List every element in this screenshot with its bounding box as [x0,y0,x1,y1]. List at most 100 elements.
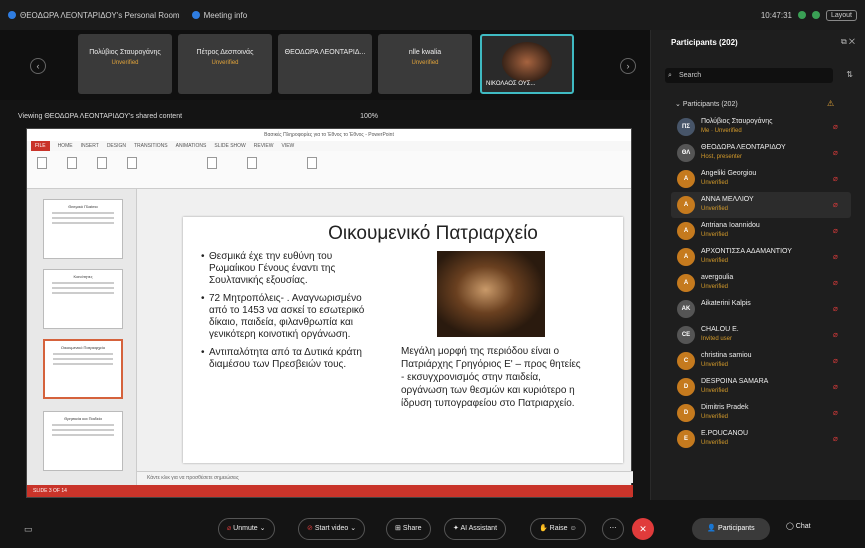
warning-icon: ⚠ [827,99,835,108]
avatar: A [677,248,695,266]
meeting-info-link[interactable]: Meeting info [204,11,248,20]
start-video-label: Start video [314,525,349,532]
participant-row[interactable]: A Antriana Ioannidou Unverified ⌀ [671,218,851,244]
share-label: Share [402,525,422,532]
start-video-button[interactable]: ⊘ Start video ⌄ [298,518,366,540]
unmute-label: Unmute [233,525,258,532]
participant-status: Unverified [701,232,729,238]
tile-name: nlle kwalia [408,49,442,56]
participant-row[interactable]: D DESPOINA SAMARA Unverified ⌀ [671,374,851,400]
participant-row[interactable]: A ΑΡΧΟΝΤΙΣΣΑ ΑΔΑΜΑΝΤΙΟΥ Unverified ⌀ [671,244,851,270]
participant-row[interactable]: AK Aikaterini Kalpis ⌀ [671,296,851,322]
share-button[interactable]: ⊞ Share [386,518,431,540]
thumb-title: Κοινότητες [73,274,93,279]
panel-title: Participants (202) [671,38,738,47]
participant-row[interactable]: Aavergoulia Unverified ⌀ [671,270,851,296]
participant-row[interactable]: Cchristina samiou Unverified ⌀ [671,348,851,374]
active-speaker-tile[interactable]: ΝΙΚΟΛΑΟΣ ΟΥΣ... [480,34,574,94]
avatar: AK [677,300,695,318]
meeting-timer: 10:47:31 [760,10,792,20]
participant-name: DESPOINA SAMARA [701,378,769,385]
raise-label: Raise [549,525,568,532]
ppt-tab: INSERT [80,143,99,149]
participant-row[interactable]: A Angeliki Georgiou Unverified ⌀ [671,166,851,192]
thumb-title: Οικουμενικό Πατριαρχείο [60,345,106,350]
participant-row[interactable]: ΘΛ ΘΕΟΔΩΡΑ ΛΕΟΝΤΑΡΙΔΟΥ Host, presenter ⌀ [671,140,851,166]
avatar: D [677,404,695,422]
thumb-title: Θρησκεία και Παιδεία [64,416,102,421]
participant-name: Angeliki Georgiou [701,170,757,177]
avatar: A [677,222,695,240]
top-right-controls: 10:47:31 Layout [760,9,857,21]
ribbon-button-icon [247,157,257,169]
muted-mic-icon: ⌀ [833,408,838,417]
chat-button[interactable]: ◯ Chat [786,522,811,530]
participant-status: Unverified [701,180,729,186]
video-tile[interactable]: nlle kwalia Unverified [378,34,472,94]
captions-icon[interactable]: ▭ [24,524,33,535]
slide-thumbnail: Θεσμικό Πλαίσιο [43,199,123,259]
thumb-title: Θεσμικό Πλαίσιο [68,204,98,209]
participant-row[interactable]: ΠΣ Πολύβιος Σταυρογάνης Me · Unverified ⌀ [671,114,851,140]
participant-name: Dimitris Pradek [701,404,749,411]
participant-name: Antriana Ioannidou [701,222,760,229]
participants-button[interactable]: 👤 Participants [692,518,770,540]
more-options-button[interactable]: ⋯ [602,518,624,540]
unmute-button[interactable]: ⌀ Unmute ⌄ [218,518,275,540]
strip-prev-arrow-icon[interactable]: ‹ [30,58,46,74]
shield-icon[interactable] [797,11,806,19]
zoom-control[interactable]: 100% [360,113,378,120]
participant-row[interactable]: E E.POUCANOU Unverified ⌀ [671,426,851,452]
leave-meeting-button[interactable]: ✕ [632,518,654,540]
viewing-label: Viewing ΘΕΟΔΩΡΑ ΛΕΟΝΤΑΡΙΔΟΥ's shared con… [18,112,183,120]
ribbon-button-icon [67,157,77,169]
participants-group-header[interactable]: ⌄ Participants (202) [675,100,738,108]
participants-label: Participants [718,525,755,532]
avatar: ΠΣ [677,118,695,136]
ppt-ribbon [27,151,631,189]
patriarch-portrait-image [437,251,545,337]
connection-icon[interactable] [811,11,820,19]
ribbon-button-icon [97,157,107,169]
muted-mic-icon: ⌀ [833,382,838,391]
filter-icon[interactable]: ⇅ [846,70,853,79]
layout-button[interactable]: Layout [825,9,857,21]
strip-next-arrow-icon[interactable]: › [620,58,636,74]
panel-close-icon[interactable]: ⧉ ✕ [841,37,855,47]
video-tile[interactable]: ΘΕΟΔΩΡΑ ΛΕΟΝΤΑΡΙΔ... [278,34,372,94]
raise-hand-button[interactable]: ✋ Raise ☺ [530,518,586,540]
video-tile[interactable]: Πέτρος Δεσποινάς Unverified [178,34,272,94]
participant-status: Invited user [701,336,733,342]
participant-row[interactable]: D Dimitris Pradek Unverified ⌀ [671,400,851,426]
meeting-title-area: ΘΕΟΔΩΡΑ ΛΕΟΝΤΑΡΙΔΟΥ's Personal Room Meet… [8,11,247,20]
muted-mic-icon: ⌀ [833,304,838,313]
participant-status: Unverified [701,258,729,264]
slide-bullets: Θεσμικά έχε την ευθύνη του Ρωμαίικου Γέν… [201,251,381,377]
tile-name: Πέτρος Δεσποινάς [196,49,254,56]
ppt-status-bar: SLIDE 3 OF 14 [27,485,633,497]
muted-mic-icon: ⌀ [833,226,838,235]
ppt-ribbon-tabs: FILE HOME INSERT DESIGN TRANSITIONS ANIM… [27,141,631,151]
ppt-tab: TRANSITIONS [133,143,168,149]
muted-mic-icon: ⌀ [833,174,838,183]
video-tile[interactable]: Πολύβιος Σταυρογάνης Unverified [78,34,172,94]
participant-row[interactable]: A ΑΝΝΑ ΜΕΛΛΙΟΥ Unverified ⌀ [671,192,851,218]
participant-row[interactable]: CE CHALOU E. Invited user ⌀ [671,322,851,348]
ai-assistant-button[interactable]: ✦ AI Assistant [444,518,507,540]
meeting-title: ΘΕΟΔΩΡΑ ΛΕΟΝΤΑΡΙΔΟΥ's Personal Room [20,10,180,20]
shared-screen[interactable]: Βασικές Πληροφορίες για το Έθνος το Έθνο… [26,128,633,498]
slide-title: Οικουμενικό Πατριαρχείο [328,223,538,244]
info-icon[interactable] [191,11,200,19]
tile-status: Unverified [211,60,239,66]
ribbon-button-icon [307,157,317,169]
participant-status: Unverified [701,388,729,394]
muted-mic-icon: ⌀ [833,434,838,443]
participant-status: Unverified [701,206,729,212]
participant-name: CHALOU E. [701,326,739,333]
avatar: E [677,430,695,448]
slide-thumbnails: Θεσμικό Πλαίσιο Κοινότητες Οικουμενικό Π… [27,189,137,485]
ai-label: AI Assistant [460,525,498,532]
participant-search-input[interactable]: ⌕ Search [665,68,833,83]
slide-bullet: Αντιπαλότητα από τα Δυτικά κράτη διαμέσο… [201,347,381,371]
participant-status: Unverified [701,362,729,368]
